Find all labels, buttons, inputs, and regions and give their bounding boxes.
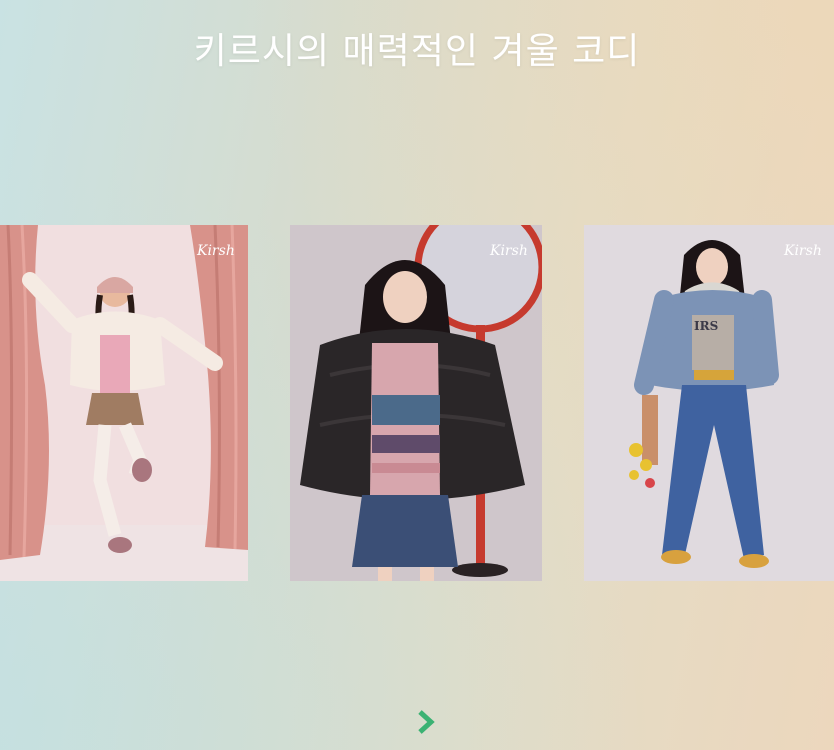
- lookbook-slide-2[interactable]: Kirsh: [290, 225, 542, 581]
- svg-text:Kirsh: Kirsh: [489, 243, 528, 259]
- next-slide-button[interactable]: [412, 708, 440, 736]
- lookbook-photo-3: IRS Kirsh: [584, 225, 834, 581]
- lookbook-slide-3[interactable]: IRS Kirsh: [584, 225, 834, 581]
- page-title: 키르시의 매력적인 겨울 코디: [193, 31, 641, 72]
- svg-text:Kirsh: Kirsh: [196, 243, 235, 259]
- lookbook-carousel: Kirsh Kirsh IRS Kirsh: [0, 225, 834, 581]
- lookbook-photo-2: Kirsh: [290, 225, 542, 581]
- svg-text:Kirsh: Kirsh: [783, 243, 822, 259]
- lookbook-photo-1: Kirsh: [0, 225, 248, 581]
- lookbook-slide-1[interactable]: Kirsh: [0, 225, 248, 581]
- svg-text:IRS: IRS: [694, 319, 718, 333]
- chevron-right-icon: [418, 710, 435, 734]
